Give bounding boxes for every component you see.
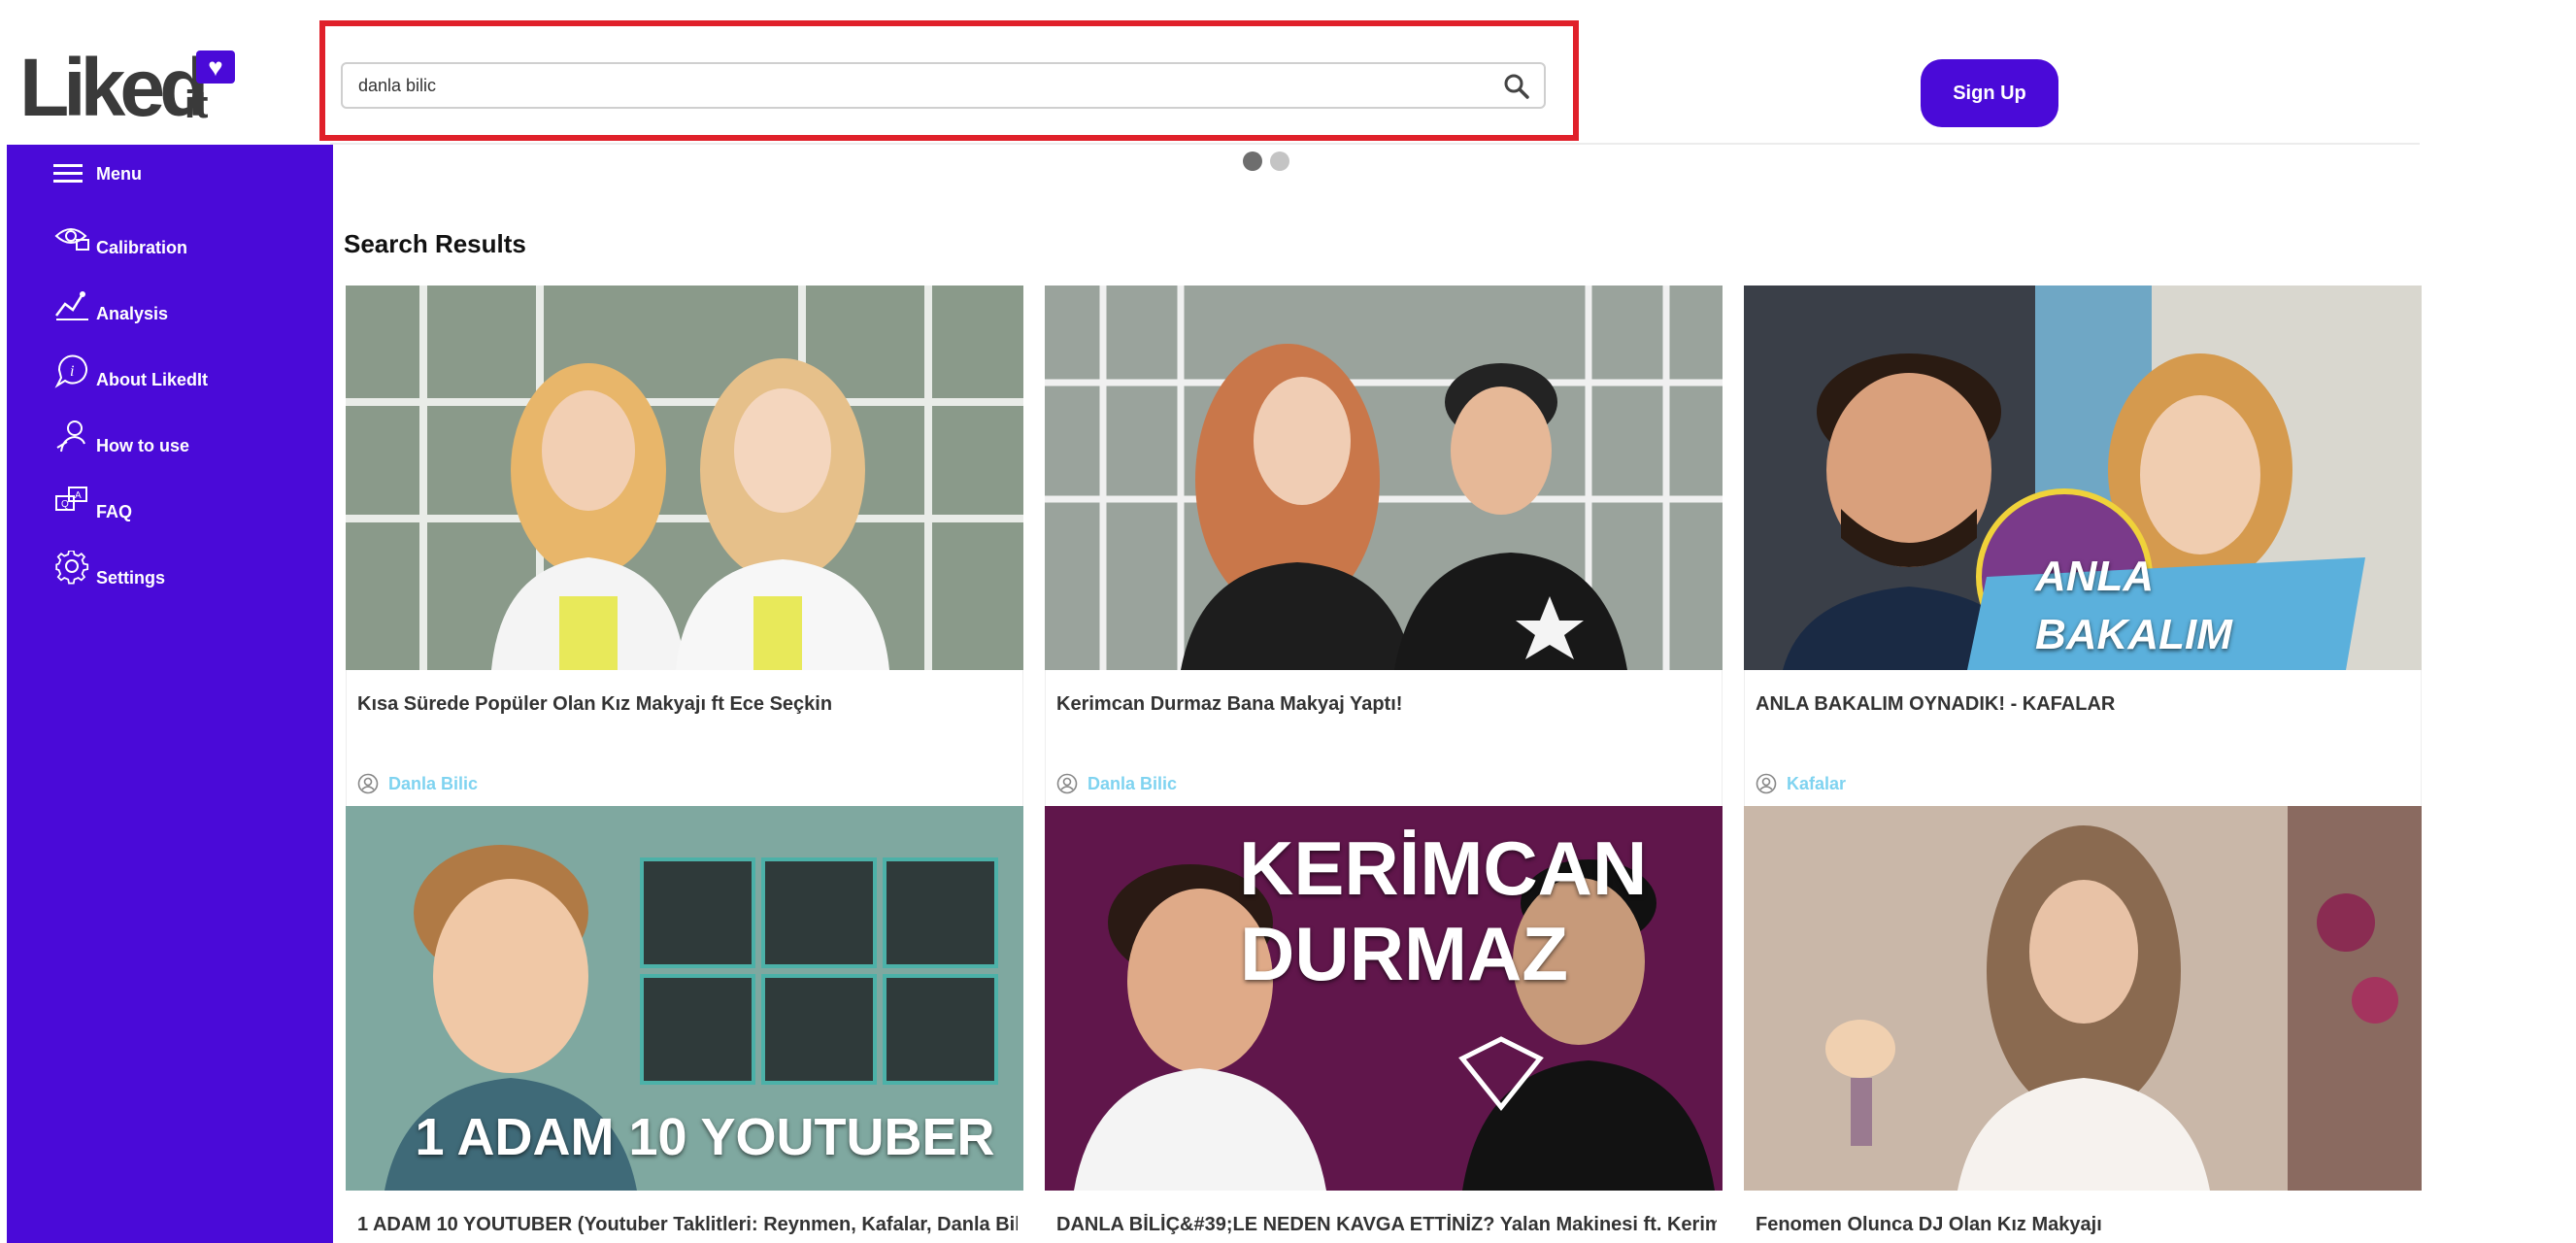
video-title[interactable]: 1 ADAM 10 YOUTUBER (Youtuber Taklitleri:… xyxy=(357,1214,1018,1236)
search-input[interactable]: danla bilic xyxy=(341,62,1546,109)
video-thumbnail[interactable] xyxy=(1045,286,1723,670)
video-card[interactable]: ANLA BAKALIM ANLA BAKALIM OYNADIK! - KAF… xyxy=(1744,286,2422,806)
video-thumbnail[interactable] xyxy=(346,286,1023,670)
likedit-logo[interactable]: Liked it ♥ xyxy=(19,42,235,133)
svg-text:i: i xyxy=(70,363,74,380)
sidebar-item-label: How to use xyxy=(96,436,190,455)
user-avatar-icon xyxy=(1056,773,1078,794)
hamburger-icon xyxy=(53,164,83,183)
thumbnail-caption: KERİMCAN DURMAZ xyxy=(1239,825,1648,996)
svg-text:Q: Q xyxy=(61,499,69,510)
video-title[interactable]: DANLA BİLİÇ&#39;LE NEDEN KAVGA ETTİNİZ? … xyxy=(1056,1214,1717,1236)
sidebar-item-label: Settings xyxy=(96,568,166,588)
sidebar-item-how-to-use[interactable]: How to use xyxy=(53,419,306,467)
sidebar-item-label: FAQ xyxy=(96,502,133,521)
person-icon xyxy=(56,420,85,453)
svg-text:A: A xyxy=(75,490,82,501)
channel-name: Danla Bilic xyxy=(388,774,479,793)
video-card[interactable]: 1 ADAM 10 YOUTUBER 1 ADAM 10 YOUTUBER (Y… xyxy=(346,806,1023,1243)
info-icon: i xyxy=(54,354,87,388)
search-results-heading: Search Results xyxy=(344,229,526,258)
sidebar: Menu Calibration Analysis i About LikedI… xyxy=(7,145,333,1243)
sidebar-item-about[interactable]: i About LikedIt xyxy=(53,353,306,401)
video-thumbnail[interactable] xyxy=(1744,806,2422,1191)
sidebar-item-calibration[interactable]: Calibration xyxy=(53,220,306,269)
carousel-dot-active[interactable] xyxy=(1243,151,1262,171)
user-avatar-icon xyxy=(1756,773,1777,794)
video-title[interactable]: ANLA BAKALIM OYNADIK! - KAFALAR xyxy=(1756,693,2416,716)
header-divider xyxy=(330,143,2420,145)
carousel-dot[interactable] xyxy=(1270,151,1289,171)
user-avatar-icon xyxy=(357,773,379,794)
sign-up-button[interactable]: Sign Up xyxy=(1921,59,2058,127)
heart-icon: ♥ xyxy=(196,50,235,84)
search-icon[interactable] xyxy=(1503,73,1530,100)
sidebar-item-label: Analysis xyxy=(96,304,169,323)
video-card[interactable]: Kısa Sürede Popüler Olan Kız Makyajı ft … xyxy=(346,286,1023,806)
sidebar-item-faq[interactable]: A Q FAQ xyxy=(53,485,306,533)
thumbnail-caption: 1 ADAM 10 YOUTUBER xyxy=(415,1108,995,1166)
search-input-value: danla bilic xyxy=(358,76,437,95)
logo-word: Liked xyxy=(19,42,209,133)
thumbnail-caption: ANLA BAKALIM xyxy=(2035,553,2232,658)
video-thumbnail[interactable]: 1 ADAM 10 YOUTUBER xyxy=(346,806,1023,1191)
sidebar-item-analysis[interactable]: Analysis xyxy=(53,286,306,335)
video-thumbnail[interactable]: KERİMCAN DURMAZ xyxy=(1045,806,1723,1191)
carousel-dots xyxy=(1243,151,1297,176)
eye-calibration-icon xyxy=(54,228,89,251)
sidebar-item-label: About LikedIt xyxy=(96,370,208,389)
video-card[interactable]: KERİMCAN DURMAZ DANLA BİLİÇ&#39;LE NEDEN… xyxy=(1045,806,1723,1243)
gear-icon xyxy=(55,551,89,585)
menu-label: Menu xyxy=(96,164,142,184)
faq-icon: A Q xyxy=(55,487,87,511)
channel-name: Danla Bilic xyxy=(1087,774,1178,793)
video-title[interactable]: Kısa Sürede Popüler Olan Kız Makyajı ft … xyxy=(357,693,1018,716)
sidebar-item-settings[interactable]: Settings xyxy=(53,551,306,599)
sidebar-item-label: Calibration xyxy=(96,238,188,257)
video-card[interactable]: Kerimcan Durmaz Bana Makyaj Yaptı! Danla… xyxy=(1045,286,1723,806)
video-thumbnail[interactable]: ANLA BAKALIM xyxy=(1744,286,2422,670)
chart-line-icon xyxy=(55,291,88,320)
logo-suffix: it xyxy=(184,84,209,126)
video-title[interactable]: Kerimcan Durmaz Bana Makyaj Yaptı! xyxy=(1056,693,1717,716)
video-title[interactable]: Fenomen Olunca DJ Olan Kız Makyajı xyxy=(1756,1214,2416,1236)
video-card[interactable]: Fenomen Olunca DJ Olan Kız Makyajı xyxy=(1744,806,2422,1243)
channel-name: Kafalar xyxy=(1787,774,1847,793)
